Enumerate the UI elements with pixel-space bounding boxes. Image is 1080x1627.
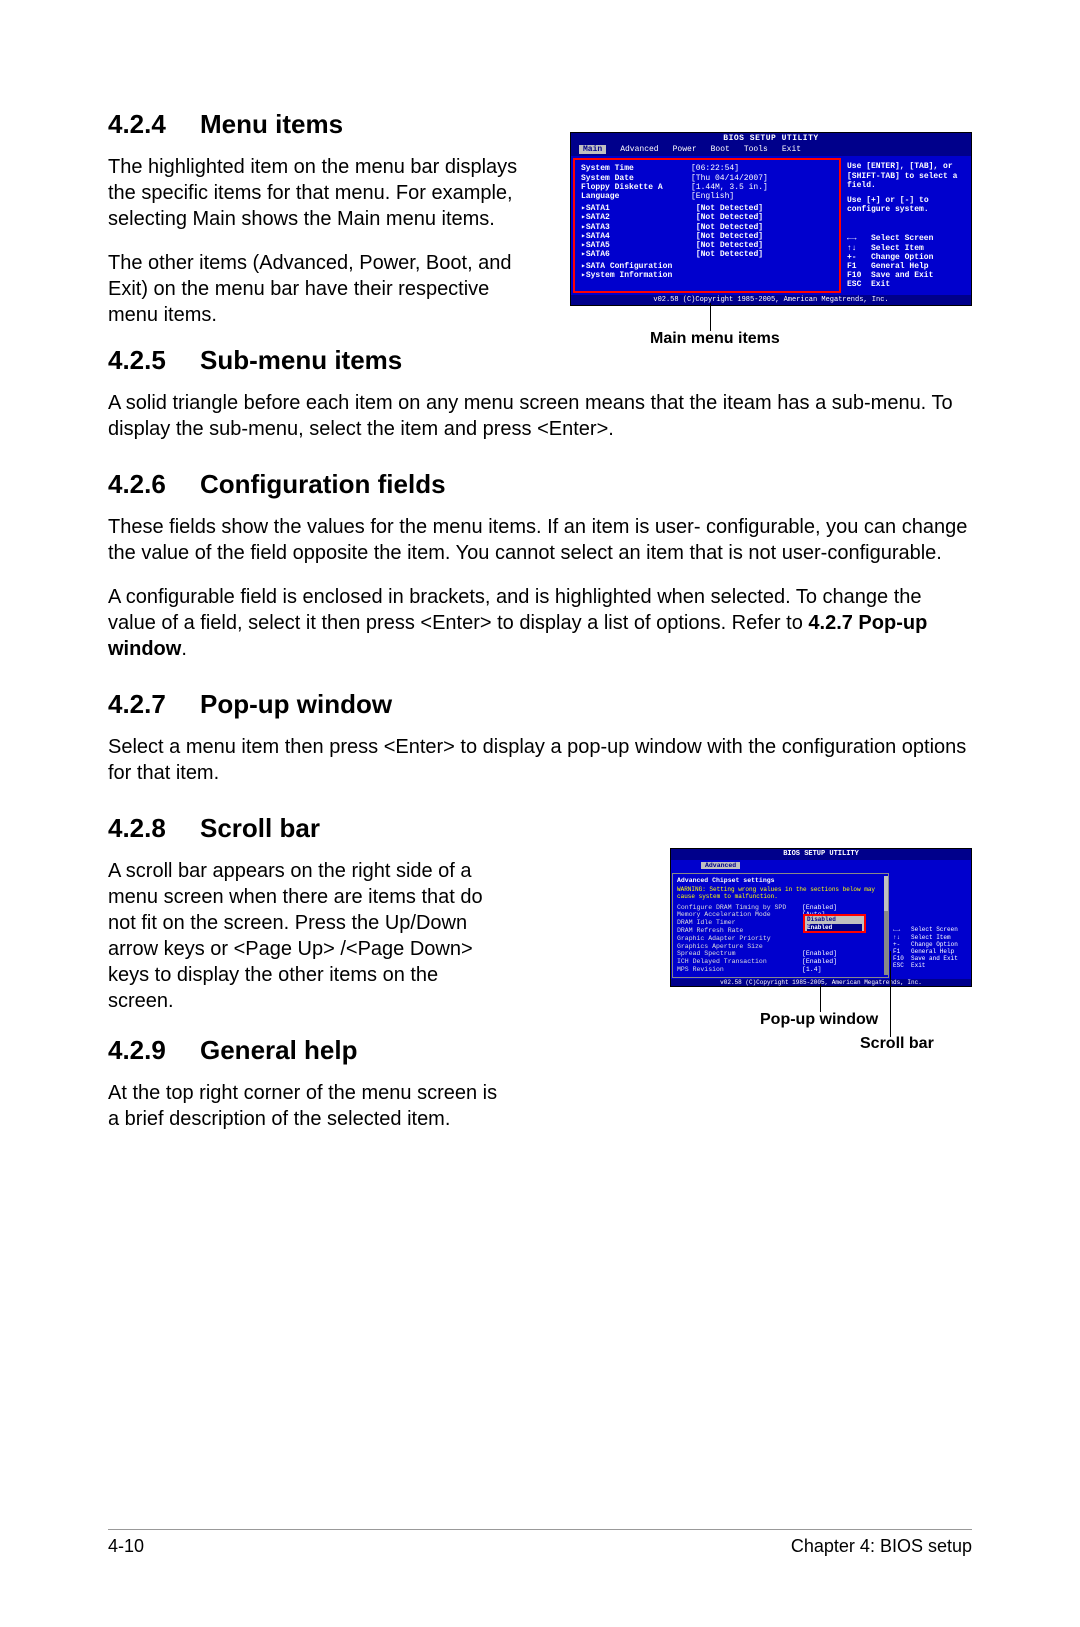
heading-428: 4.2.8Scroll bar xyxy=(108,814,508,844)
bios-title: BIOS SETUP UTILITY xyxy=(671,849,971,859)
figure-caption: Main menu items xyxy=(650,330,780,348)
chapter-label: Chapter 4: BIOS setup xyxy=(791,1536,972,1557)
bios-popup: Disabled Enabled xyxy=(803,914,866,932)
bios-screenshot-popup: BIOS SETUP UTILITY Advanced Advanced Chi… xyxy=(670,848,972,987)
page-number: 4-10 xyxy=(108,1536,144,1557)
para: A scroll bar appears on the right side o… xyxy=(108,858,508,1014)
heading-426: 4.2.6Configuration fields xyxy=(108,470,972,500)
bios-menu-main: Main xyxy=(579,145,606,154)
bios-menu-item: Boot xyxy=(711,145,730,154)
page: 4.2.4Menu items The highlighted item on … xyxy=(0,0,1080,1627)
bios-menu-item: Advanced xyxy=(620,145,658,154)
para: The highlighted item on the menu bar dis… xyxy=(108,154,542,232)
bios-help-pane: ←→Select Screen ↑↓Select Item +-Change O… xyxy=(890,872,971,978)
bios-main-pane: System Time[06:22:54] System Date[Thu 04… xyxy=(573,158,841,293)
bios-menu-item: Exit xyxy=(782,145,801,154)
heading-424: 4.2.4Menu items xyxy=(108,110,542,140)
bios-copyright: v02.58 (C)Copyright 1985-2005, American … xyxy=(571,295,971,305)
heading-429: 4.2.9General help xyxy=(108,1036,508,1066)
para: The other items (Advanced, Power, Boot, … xyxy=(108,250,542,328)
bios-copyright: v02.58 (C)Copyright 1985-2005, American … xyxy=(671,979,971,986)
bios-title: BIOS SETUP UTILITY xyxy=(571,133,971,144)
para: At the top right corner of the menu scre… xyxy=(108,1080,508,1132)
para: Select a menu item then press <Enter> to… xyxy=(108,734,972,786)
bios-screenshot-main: BIOS SETUP UTILITY Main Advanced Power B… xyxy=(570,132,972,306)
bios-advanced-pane: Advanced Chipset settings WARNING: Setti… xyxy=(672,873,889,977)
bios-menubar: Advanced xyxy=(671,860,971,873)
bios-scrollbar xyxy=(884,876,888,974)
para: A solid triangle before each item on any… xyxy=(108,390,972,442)
page-footer: 4-10 Chapter 4: BIOS setup xyxy=(108,1529,972,1557)
figure-caption: Scroll bar xyxy=(860,1035,934,1053)
para: A configurable field is enclosed in brac… xyxy=(108,584,972,662)
heading-427: 4.2.7Pop-up window xyxy=(108,690,972,720)
bios-menu-item: Tools xyxy=(744,145,768,154)
bios-menu-item: Power xyxy=(673,145,697,154)
para: These fields show the values for the men… xyxy=(108,514,972,566)
heading-425: 4.2.5Sub-menu items xyxy=(108,346,972,376)
bios-help-pane: Use [ENTER], [TAB], or [SHIFT-TAB] to se… xyxy=(843,156,971,295)
bios-menubar: Main Advanced Power Boot Tools Exit xyxy=(571,144,971,156)
